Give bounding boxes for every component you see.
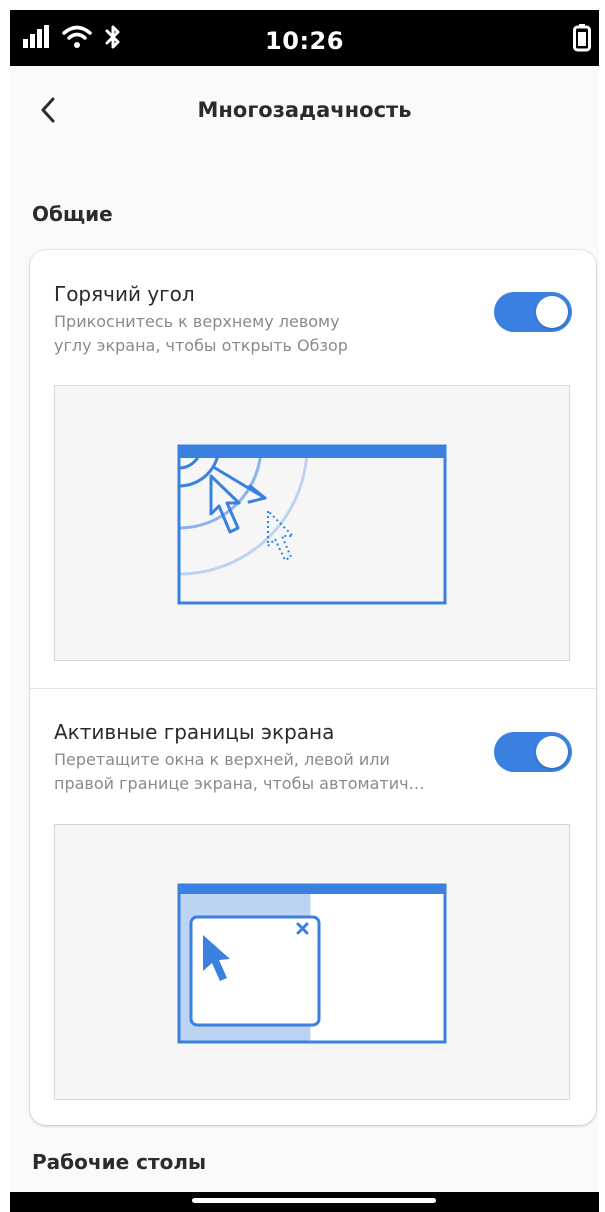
general-settings-card: Горячий угол Прикоснитесь к верхнему лев… [30, 250, 596, 1125]
active-edges-toggle[interactable] [494, 732, 572, 772]
hot-corner-subtitle-line1: Прикоснитесь к верхнему левому [54, 312, 340, 331]
home-indicator[interactable] [192, 1198, 436, 1203]
active-edges-title: Активные границы экрана [54, 720, 335, 744]
header-bar: Многозадачность [10, 66, 599, 152]
hot-corner-toggle[interactable] [494, 292, 572, 332]
active-edges-subtitle-line1: Перетащите окна к верхней, левой или [54, 750, 390, 769]
hot-corner-illustration [177, 444, 447, 605]
hot-corner-preview [54, 385, 570, 661]
toggle-knob [536, 736, 568, 768]
hot-corner-title: Горячий угол [54, 282, 195, 306]
navigation-bar [10, 1192, 599, 1212]
toggle-knob [536, 296, 568, 328]
status-time: 10:26 [265, 27, 344, 55]
status-icons-right [573, 24, 591, 56]
active-edges-illustration [177, 883, 447, 1044]
row-divider [30, 688, 596, 689]
status-bar: 10:26 [10, 10, 599, 66]
section-title-workspaces: Рабочие столы [32, 1150, 207, 1174]
app-frame: 10:26 Многозадачность Общие Горячий угол… [10, 10, 599, 1212]
active-edges-preview [54, 824, 570, 1100]
section-title-general: Общие [32, 202, 113, 226]
active-edges-subtitle-line2: правой границе экрана, чтобы автоматич… [54, 774, 425, 793]
battery-icon [573, 24, 591, 52]
page-title: Многозадачность [197, 98, 412, 122]
hot-corner-subtitle-line2: углу экрана, чтобы открыть Обзор [54, 336, 348, 355]
